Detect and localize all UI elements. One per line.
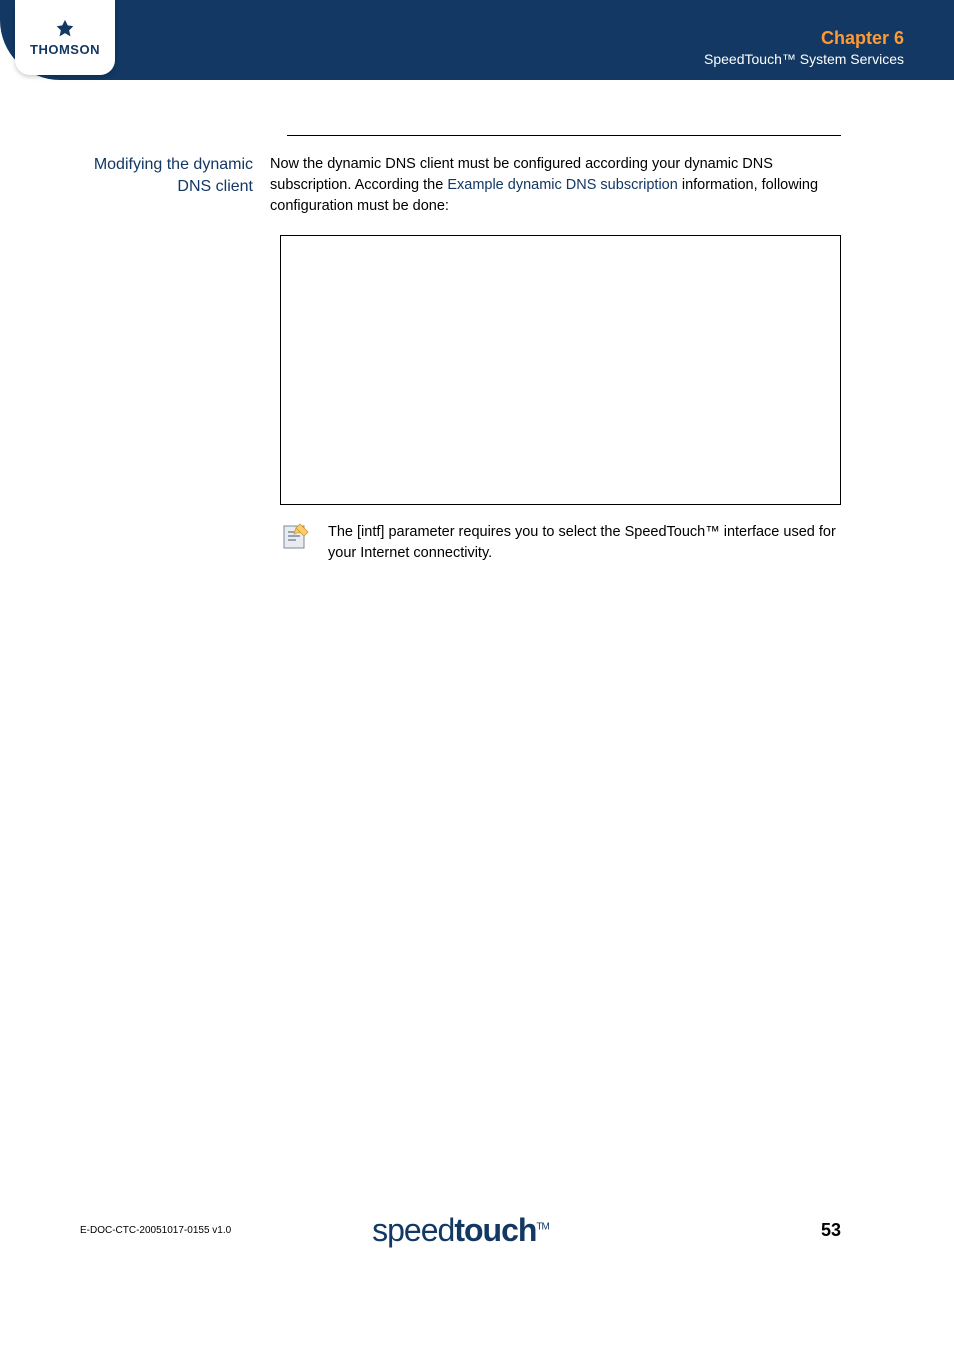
page-number: 53 [821,1220,841,1241]
logo-part-light: speed [372,1212,454,1248]
section-row: Modifying the dynamic DNS client Now the… [80,154,841,564]
section-divider [287,135,841,136]
logo-part-bold: touch [454,1212,536,1248]
content-area: Modifying the dynamic DNS client Now the… [80,135,841,564]
section-label: Modifying the dynamic DNS client [80,154,270,199]
header-bar: Chapter 6 SpeedTouch™ System Services [0,0,954,80]
chapter-title: Chapter 6 [704,28,904,49]
footer: E-DOC-CTC-20051017-0155 v1.0 speedtouchT… [80,1220,841,1241]
chapter-subtitle: SpeedTouch™ System Services [704,51,904,67]
code-block [280,235,841,505]
section-body: Now the dynamic DNS client must be confi… [270,154,841,564]
thomson-logo-symbol [54,18,76,40]
footer-doc-id: E-DOC-CTC-20051017-0155 v1.0 [80,1225,231,1236]
example-subscription-link[interactable]: Example dynamic DNS subscription [447,177,677,193]
header-right: Chapter 6 SpeedTouch™ System Services [704,28,904,69]
logo-tm: TM [536,1221,548,1232]
note-text: The [intf] parameter requires you to sel… [328,520,841,564]
note-icon [280,520,312,552]
thomson-logo-text: THOMSON [30,42,100,57]
speedtouch-logo: speedtouchTM [372,1212,549,1249]
thomson-logo: THOMSON [15,0,115,75]
note-row: The [intf] parameter requires you to sel… [280,520,841,564]
